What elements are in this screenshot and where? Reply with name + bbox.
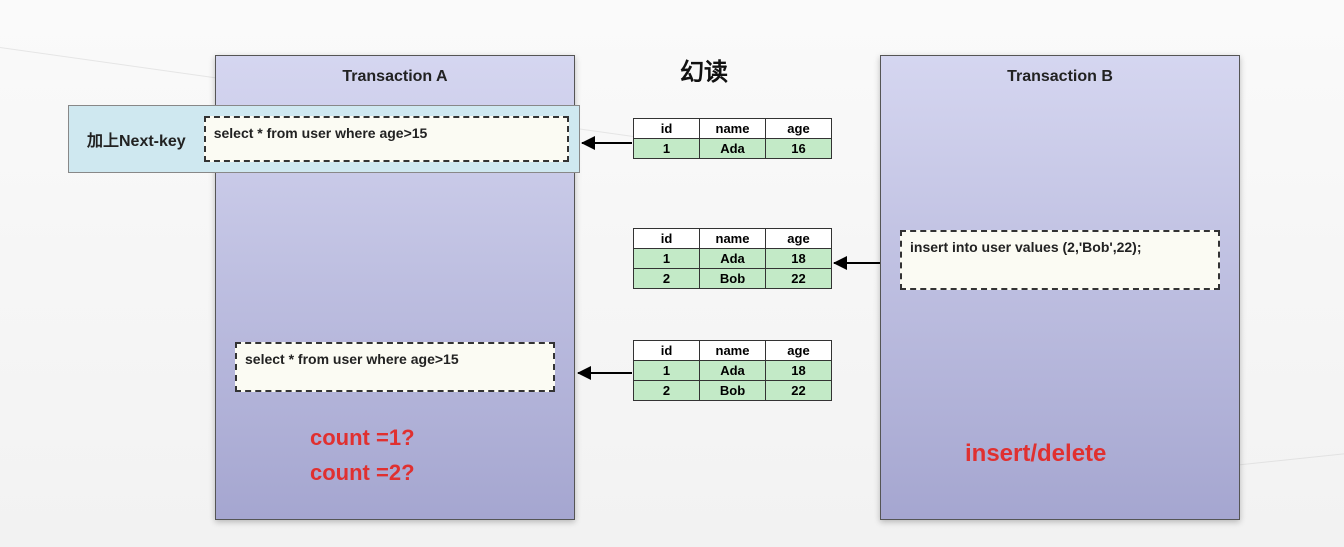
th-id: id <box>634 341 700 361</box>
data-table-2: id name age 1 Ada 18 2 Bob 22 <box>633 228 832 289</box>
arrow-t3-to-a <box>578 372 632 374</box>
arrow-t1-to-a <box>582 142 632 144</box>
next-key-box: 加上Next-key select * from user where age>… <box>68 105 580 173</box>
insert-delete-text: insert/delete <box>965 440 1106 468</box>
count-text-2: count =2? <box>310 460 415 486</box>
table-row: 1 Ada 18 <box>634 361 832 381</box>
th-id: id <box>634 119 700 139</box>
table-row: 1 Ada 16 <box>634 139 832 159</box>
table-row: 2 Bob 22 <box>634 269 832 289</box>
next-key-label: 加上Next-key <box>69 127 204 151</box>
transaction-b-title: Transaction B <box>881 56 1239 96</box>
sql-select-2: select * from user where age>15 <box>235 342 555 392</box>
th-age: age <box>766 229 832 249</box>
count-text-1: count =1? <box>310 425 415 451</box>
arrow-b-to-t2 <box>834 262 880 264</box>
diagram-title: 幻读 <box>680 52 728 87</box>
sql-insert: insert into user values (2,'Bob',22); <box>900 230 1220 290</box>
transaction-a-title: Transaction A <box>216 56 574 96</box>
th-age: age <box>766 341 832 361</box>
data-table-1: id name age 1 Ada 16 <box>633 118 832 159</box>
th-name: name <box>700 119 766 139</box>
th-age: age <box>766 119 832 139</box>
th-id: id <box>634 229 700 249</box>
table-row: 2 Bob 22 <box>634 381 832 401</box>
th-name: name <box>700 341 766 361</box>
data-table-3: id name age 1 Ada 18 2 Bob 22 <box>633 340 832 401</box>
th-name: name <box>700 229 766 249</box>
table-row: 1 Ada 18 <box>634 249 832 269</box>
sql-select-1: select * from user where age>15 <box>204 116 569 162</box>
